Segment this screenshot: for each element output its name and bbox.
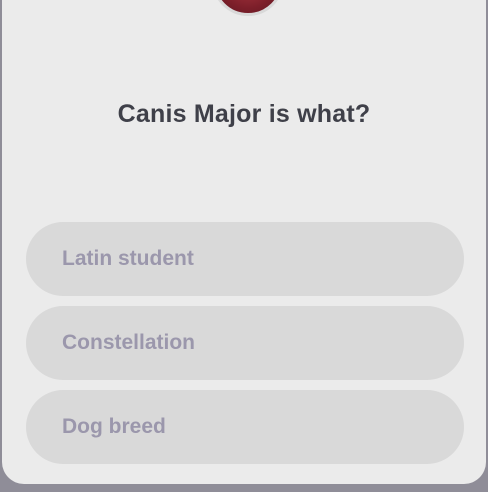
avatar bbox=[212, 0, 284, 16]
answer-options: Latin student Constellation Dog breed bbox=[26, 222, 464, 474]
answer-option-1[interactable]: Latin student bbox=[26, 222, 464, 296]
question-text: Canis Major is what? bbox=[117, 100, 371, 128]
answer-option-label: Dog breed bbox=[62, 415, 166, 438]
answer-option-label: Constellation bbox=[62, 331, 196, 354]
answer-option-2[interactable]: Constellation bbox=[26, 306, 464, 380]
app-frame: Canis Major is what? Latin student Const… bbox=[0, 0, 488, 492]
quiz-card: Canis Major is what? Latin student Const… bbox=[2, 0, 486, 484]
answer-option-3[interactable]: Dog breed bbox=[26, 390, 464, 464]
answer-option-label: Latin student bbox=[62, 247, 194, 270]
